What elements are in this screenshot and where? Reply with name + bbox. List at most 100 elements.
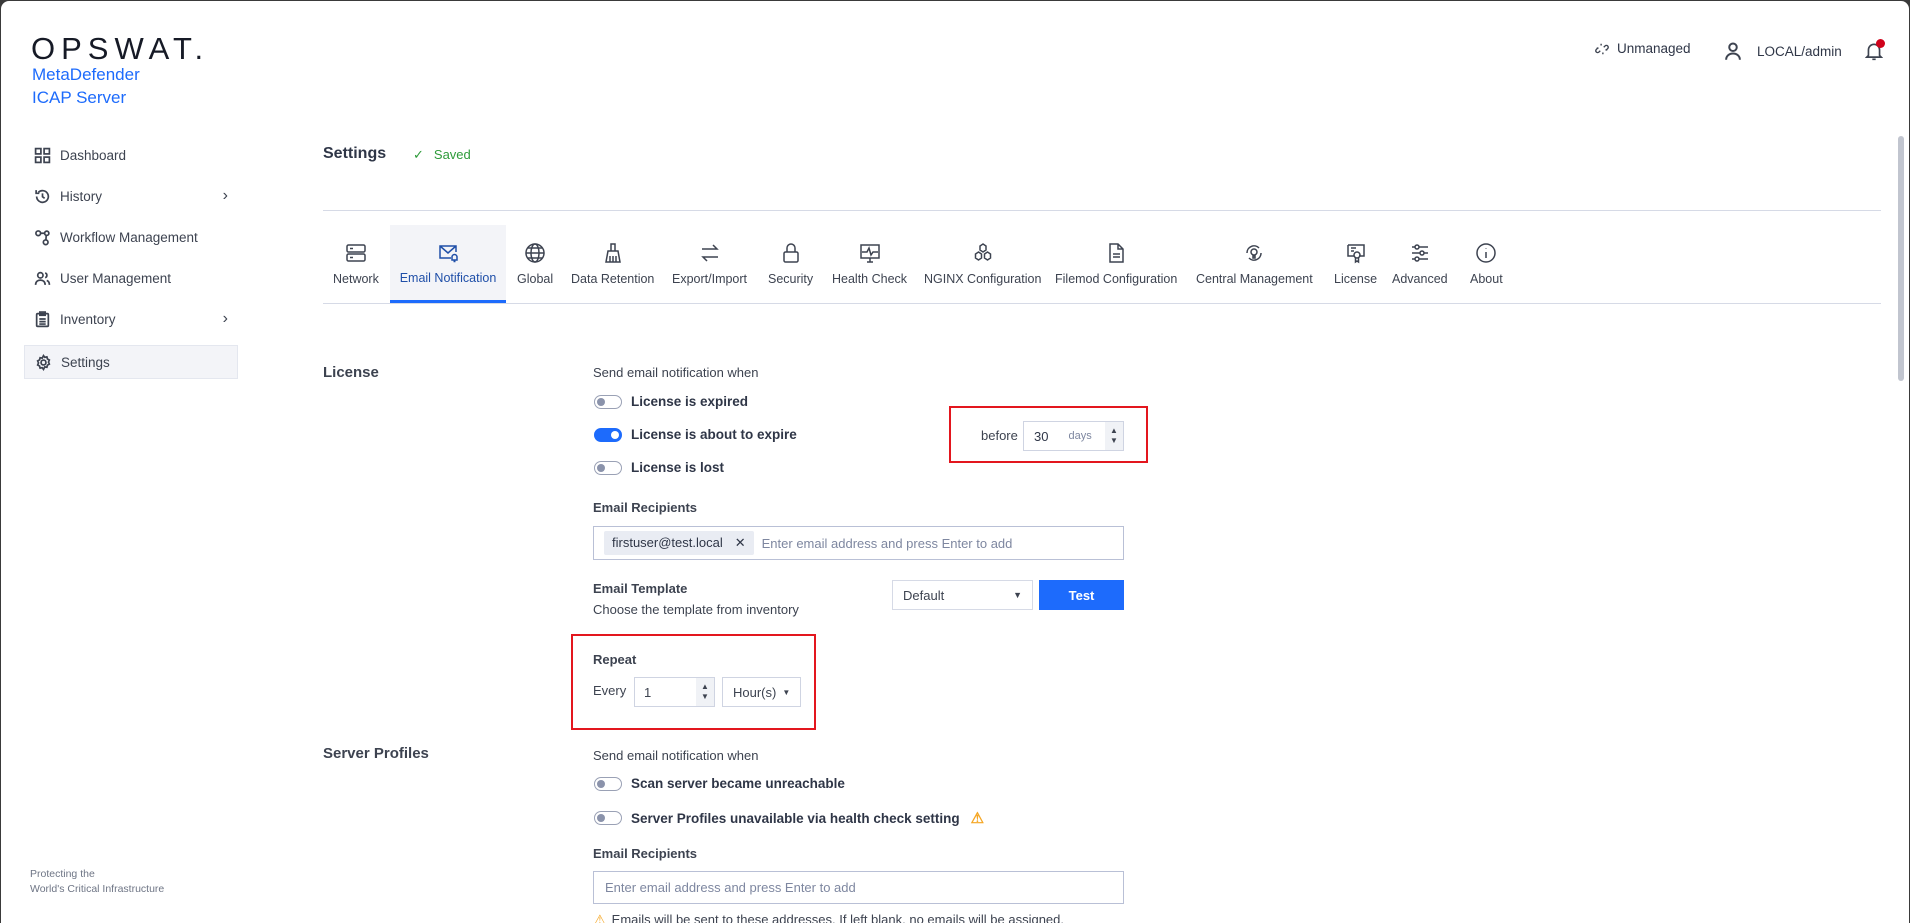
test-button[interactable]: Test xyxy=(1039,580,1124,610)
down-arrow-icon[interactable]: ▼ xyxy=(1110,436,1118,446)
sidebar-item-label: History xyxy=(60,188,103,204)
toggle-switch[interactable] xyxy=(594,427,622,442)
tab-security[interactable]: Security xyxy=(761,225,820,303)
sidebar-item-dashboard[interactable]: Dashboard xyxy=(24,138,238,172)
tab-label: NGINX Configuration xyxy=(924,272,1042,286)
document-icon xyxy=(1109,243,1124,263)
tab-central-management[interactable]: Central Management xyxy=(1189,225,1320,303)
tab-license[interactable]: License xyxy=(1327,225,1384,303)
toggle-license-expired[interactable]: License is expired xyxy=(594,394,748,409)
days-value: 30 xyxy=(1034,428,1049,444)
broken-link-icon xyxy=(1595,43,1609,54)
down-arrow-icon[interactable]: ▼ xyxy=(701,692,709,702)
toggle-server-profiles-unavailable[interactable]: Server Profiles unavailable via health c… xyxy=(594,809,984,827)
opswat-logo: OPSWAT. xyxy=(31,31,210,66)
repeat-unit-select[interactable]: Hour(s) ▼ xyxy=(722,677,801,707)
tab-label: License xyxy=(1334,272,1378,286)
notifications-button[interactable] xyxy=(1864,39,1887,63)
sidebar-item-inventory[interactable]: Inventory › xyxy=(24,302,238,336)
sidebar-item-label: Workflow Management xyxy=(60,229,198,245)
license-email-recipients-input[interactable]: firstuser@test.local ✕ Enter email addres… xyxy=(593,526,1124,560)
recipient-chip: firstuser@test.local ✕ xyxy=(604,531,754,555)
section-license: License xyxy=(323,364,379,381)
saved-label: Saved xyxy=(433,147,471,162)
sliders-icon xyxy=(1411,244,1428,262)
server-send-when: Send email notification when xyxy=(593,748,759,763)
grid-icon xyxy=(34,147,51,163)
page-title: Settings xyxy=(323,145,387,162)
tab-about[interactable]: About xyxy=(1463,225,1510,303)
repeat-interval-stepper[interactable]: 1 ▲ ▼ xyxy=(634,677,715,707)
server-email-recipients-label: Email Recipients xyxy=(593,846,698,861)
tab-global[interactable]: Global xyxy=(510,225,560,303)
certificate-icon xyxy=(1346,244,1365,264)
toggle-label: License is expired xyxy=(631,394,749,409)
recipients-placeholder: Enter email address and press Enter to a… xyxy=(605,880,856,895)
every-label: Every xyxy=(593,683,627,698)
sidebar-item-workflow-management[interactable]: Workflow Management xyxy=(24,220,238,254)
tab-network[interactable]: Network xyxy=(326,225,386,303)
up-arrow-icon[interactable]: ▲ xyxy=(1110,426,1118,436)
chevron-right-icon: › xyxy=(222,187,228,204)
monitor-pulse-icon xyxy=(859,244,880,263)
chip-label: firstuser@test.local xyxy=(612,535,723,550)
warning-text: Emails will be sent to these addresses. … xyxy=(611,912,1064,923)
email-template-label: Email Template xyxy=(593,581,688,596)
user-icon xyxy=(1725,42,1741,60)
repeat-label: Repeat xyxy=(593,652,637,667)
lock-icon xyxy=(782,243,799,263)
stepper-arrows[interactable]: ▲ ▼ xyxy=(696,678,714,706)
tab-export-import[interactable]: Export/Import xyxy=(665,225,754,303)
email-template-select[interactable]: Default ▼ xyxy=(892,580,1033,610)
user-name: LOCAL/admin xyxy=(1757,43,1842,59)
email-recipients-label: Email Recipients xyxy=(593,500,698,515)
tab-nginx-configuration[interactable]: NGINX Configuration xyxy=(917,225,1048,303)
tab-label: Filemod Configuration xyxy=(1055,272,1178,286)
sidebar-item-history[interactable]: History › xyxy=(24,179,238,213)
mail-bell-icon xyxy=(439,244,458,262)
server-icon xyxy=(346,244,366,262)
tab-health-check[interactable]: Health Check xyxy=(825,225,914,303)
tab-advanced[interactable]: Advanced xyxy=(1385,225,1455,303)
toggle-switch[interactable] xyxy=(594,776,622,791)
workflow-icon xyxy=(35,229,50,245)
toggle-label: Server Profiles unavailable via health c… xyxy=(631,810,960,826)
sidebar-item-settings[interactable]: Settings xyxy=(24,345,238,379)
sidebar-item-label: User Management xyxy=(60,270,172,286)
toggle-license-lost[interactable]: License is lost xyxy=(594,460,724,475)
recipients-placeholder: Enter email address and press Enter to a… xyxy=(761,535,1013,551)
tab-label: Network xyxy=(333,272,379,286)
unmanaged-status[interactable]: Unmanaged xyxy=(1595,41,1691,56)
tab-label: Security xyxy=(768,272,814,286)
toggle-switch[interactable] xyxy=(594,394,622,409)
globe-icon xyxy=(525,243,545,263)
clipboard-icon xyxy=(35,310,50,327)
tab-label: Export/Import xyxy=(672,272,748,286)
up-arrow-icon[interactable]: ▲ xyxy=(701,682,709,692)
toggle-switch[interactable] xyxy=(594,460,622,475)
tab-email-notification[interactable]: Email Notification xyxy=(390,225,506,303)
section-server-profiles: Server Profiles xyxy=(323,745,429,762)
remove-chip-icon[interactable]: ✕ xyxy=(735,535,746,551)
tab-data-retention[interactable]: Data Retention xyxy=(564,225,661,303)
days-before-stepper[interactable]: 30 days ▲ ▼ xyxy=(1023,421,1124,451)
scrollbar-thumb[interactable] xyxy=(1898,136,1904,381)
server-email-recipients-input[interactable]: Enter email address and press Enter to a… xyxy=(593,871,1124,904)
tab-filemod-configuration[interactable]: Filemod Configuration xyxy=(1048,225,1184,303)
chevron-right-icon: › xyxy=(222,310,228,327)
product-name: MetaDefender xyxy=(32,65,140,84)
select-value: Default xyxy=(903,587,945,603)
toggle-switch[interactable] xyxy=(594,811,622,825)
app-window: OPSWAT. MetaDefender ICAP Server Dashboa… xyxy=(1,1,1909,923)
swap-arrows-icon xyxy=(700,244,719,262)
sidebar-item-user-management[interactable]: User Management xyxy=(24,261,238,295)
toggle-scan-server-unreachable[interactable]: Scan server became unreachable xyxy=(594,776,845,791)
user-menu[interactable]: LOCAL/admin xyxy=(1723,41,1842,61)
warning-icon: ⚠ xyxy=(970,810,985,827)
sidebar-item-label: Dashboard xyxy=(60,147,127,163)
warning-icon: ⚠ xyxy=(594,912,606,923)
sidebar-item-label: Inventory xyxy=(60,311,116,327)
license-send-when: Send email notification when xyxy=(593,365,759,380)
stepper-arrows[interactable]: ▲ ▼ xyxy=(1105,422,1123,450)
toggle-license-about-to-expire[interactable]: License is about to expire xyxy=(594,427,797,442)
